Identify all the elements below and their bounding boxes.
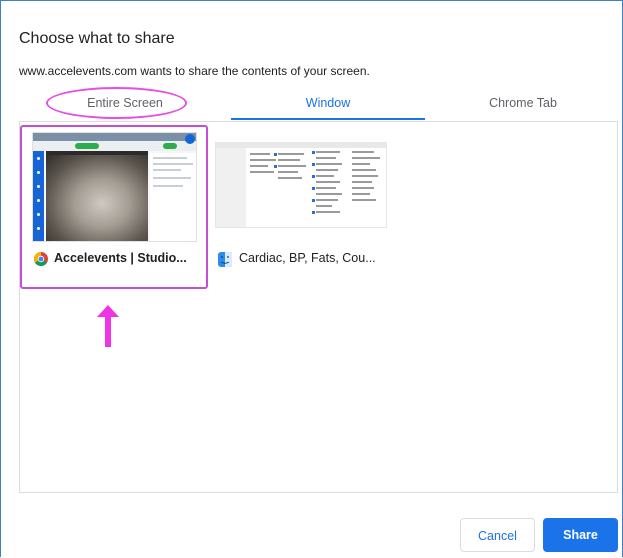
chrome-icon (34, 252, 48, 266)
annotation-ellipse (46, 87, 187, 119)
annotation-arrow-icon (97, 305, 119, 347)
dialog-title: Choose what to share (19, 30, 175, 47)
share-button[interactable]: Share (543, 518, 618, 552)
source-label-text: Accelevents | Studio... (54, 251, 187, 265)
window-thumbnail (215, 142, 387, 228)
tab-window-label: Window (305, 96, 351, 110)
cancel-button[interactable]: Cancel (460, 518, 535, 552)
source-item-accelevents[interactable]: Accelevents | Studio... (20, 125, 208, 289)
source-item-cardiac[interactable]: Cardiac, BP, Fats, Cou... (215, 125, 395, 288)
dialog-subtitle: www.accelevents.com wants to share the c… (19, 64, 370, 78)
finder-icon (218, 252, 232, 267)
tab-chrome-tab[interactable]: Chrome Tab (429, 92, 617, 120)
source-label-text: Cardiac, BP, Fats, Cou... (239, 251, 376, 265)
tab-selected-underline (231, 118, 425, 120)
source-label-cardiac: Cardiac, BP, Fats, Cou... (215, 249, 395, 269)
tab-window[interactable]: Window (231, 92, 425, 120)
window-thumbnail (32, 132, 197, 242)
source-label-accelevents: Accelevents | Studio... (34, 249, 204, 269)
